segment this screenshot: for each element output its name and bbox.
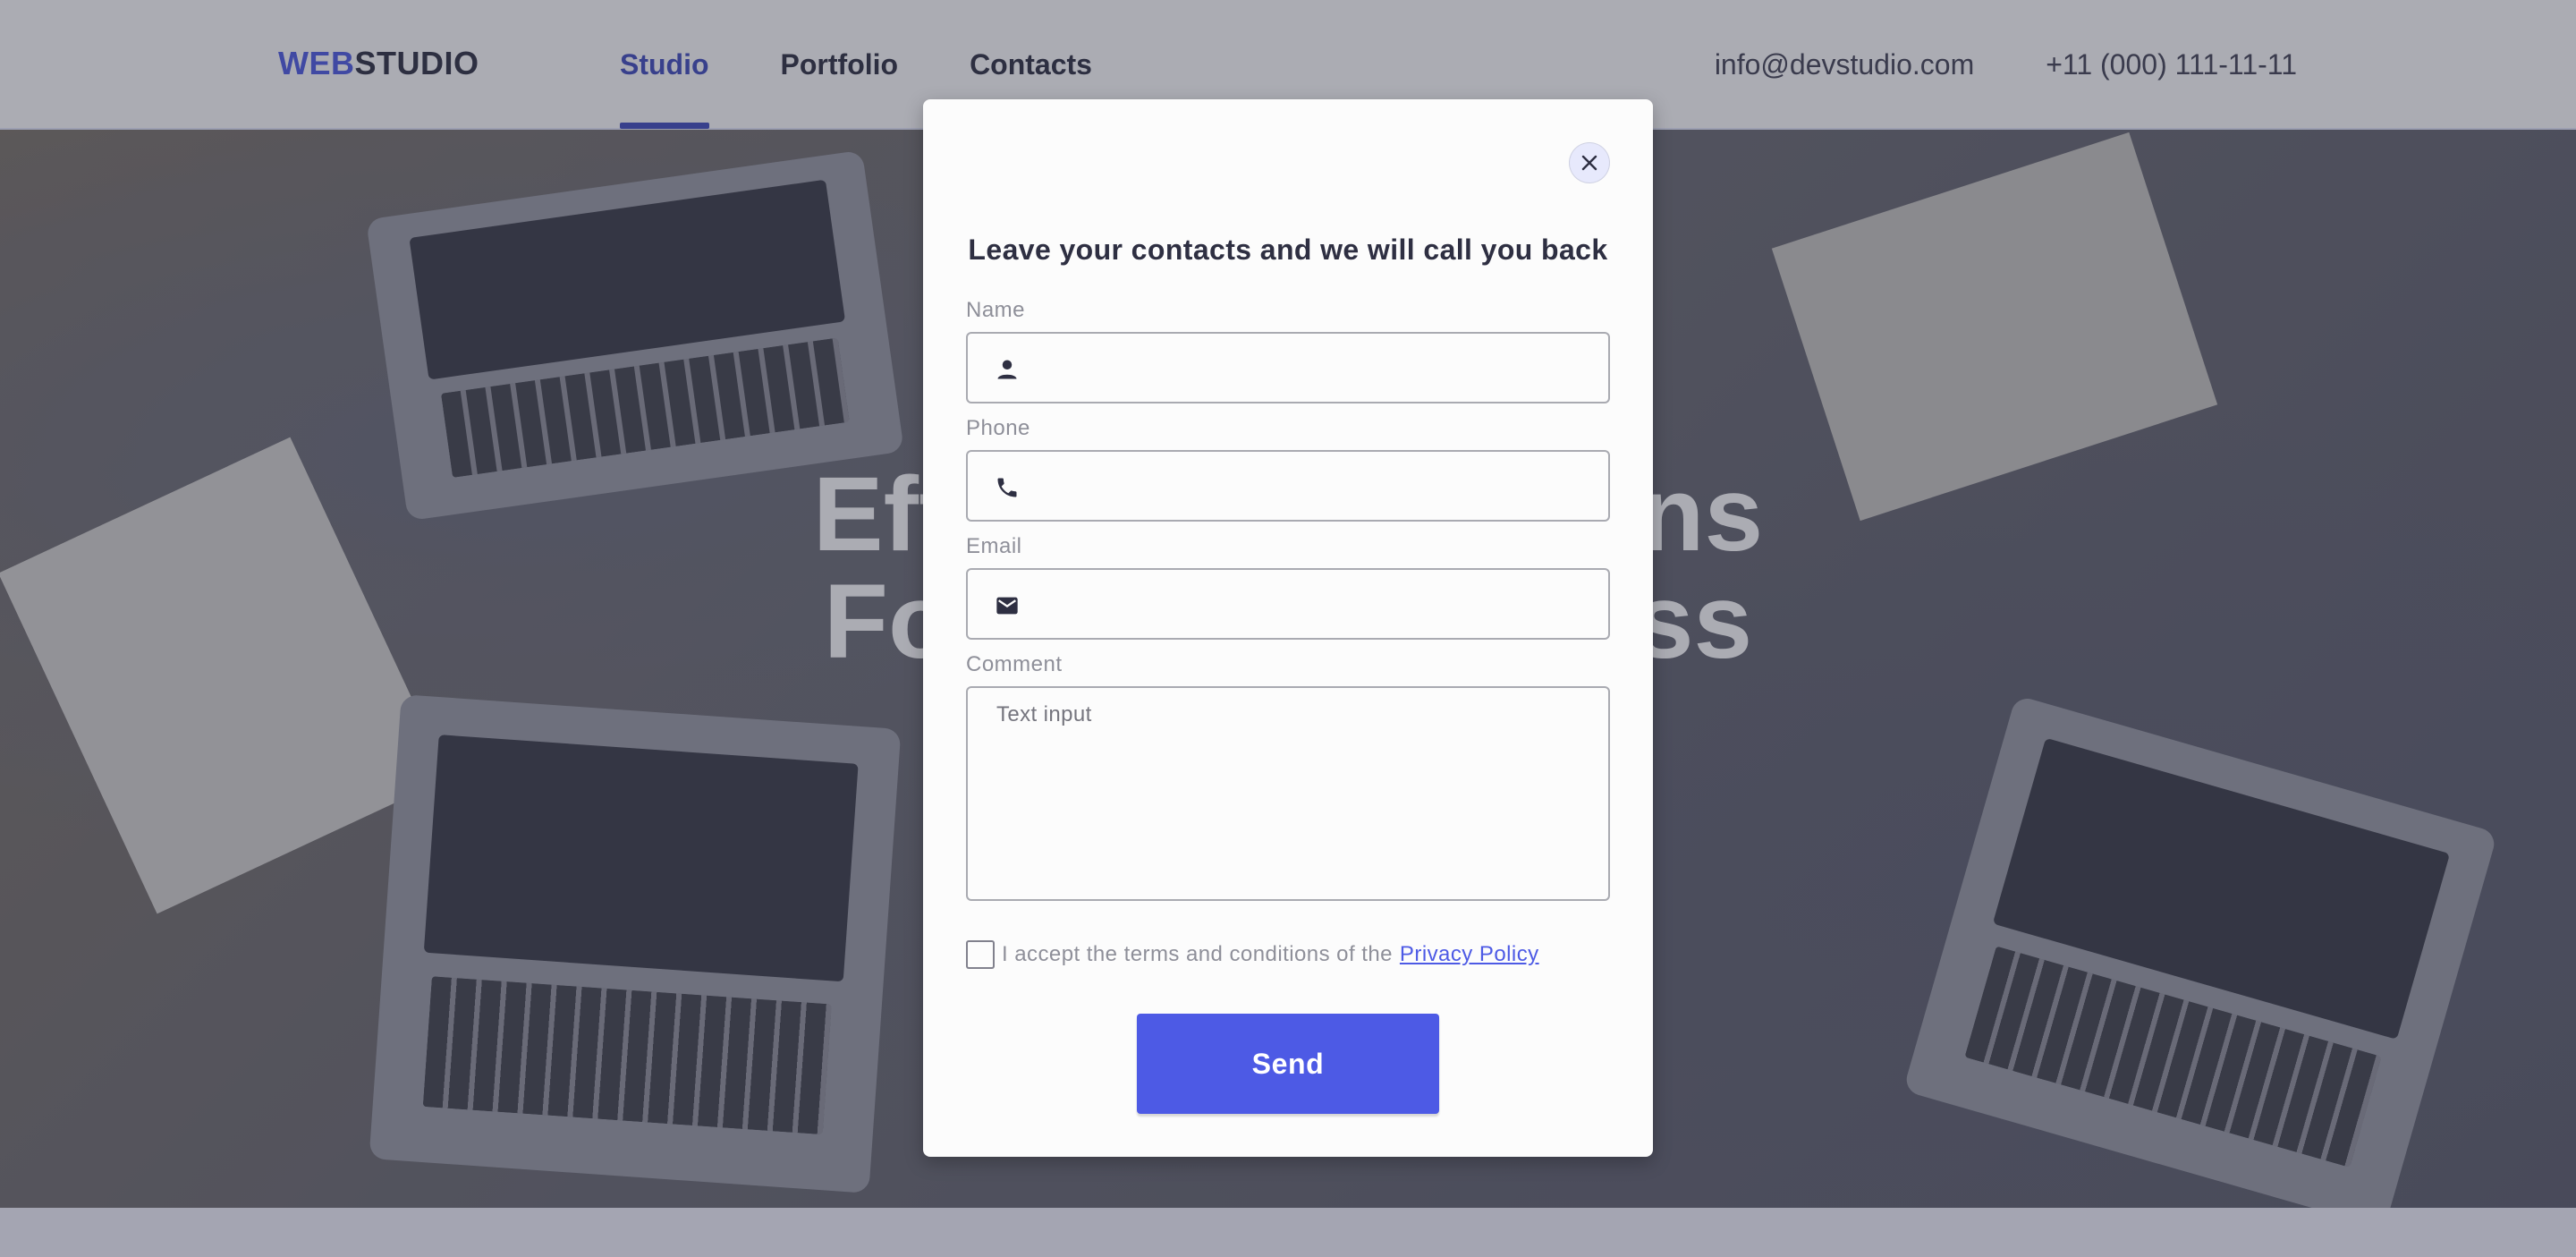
- consent-text: I accept the terms and conditions of the: [1002, 942, 1393, 966]
- modal-title: Leave your contacts and we will call you…: [968, 234, 1608, 266]
- close-icon: [1581, 155, 1597, 171]
- send-button[interactable]: Send: [1137, 1014, 1439, 1114]
- name-field[interactable]: [966, 332, 1610, 403]
- phone-label: Phone: [966, 416, 1030, 440]
- comment-textarea[interactable]: [966, 686, 1610, 901]
- consent-row: I accept the terms and conditions of the…: [966, 940, 1539, 969]
- email-field[interactable]: [966, 568, 1610, 640]
- contact-modal: Leave your contacts and we will call you…: [923, 99, 1653, 1157]
- email-input[interactable]: [1043, 570, 1590, 638]
- name-input[interactable]: [1043, 334, 1590, 402]
- consent-checkbox[interactable]: [966, 940, 995, 969]
- phone-field[interactable]: [966, 450, 1610, 522]
- phone-icon: [997, 478, 1017, 497]
- name-label: Name: [966, 298, 1026, 322]
- person-icon: [997, 360, 1017, 379]
- phone-input[interactable]: [1043, 452, 1590, 520]
- email-label: Email: [966, 534, 1022, 558]
- mail-icon: [996, 597, 1018, 615]
- comment-label: Comment: [966, 652, 1063, 676]
- close-button[interactable]: [1569, 142, 1610, 183]
- privacy-policy-link[interactable]: Privacy Policy: [1400, 942, 1539, 967]
